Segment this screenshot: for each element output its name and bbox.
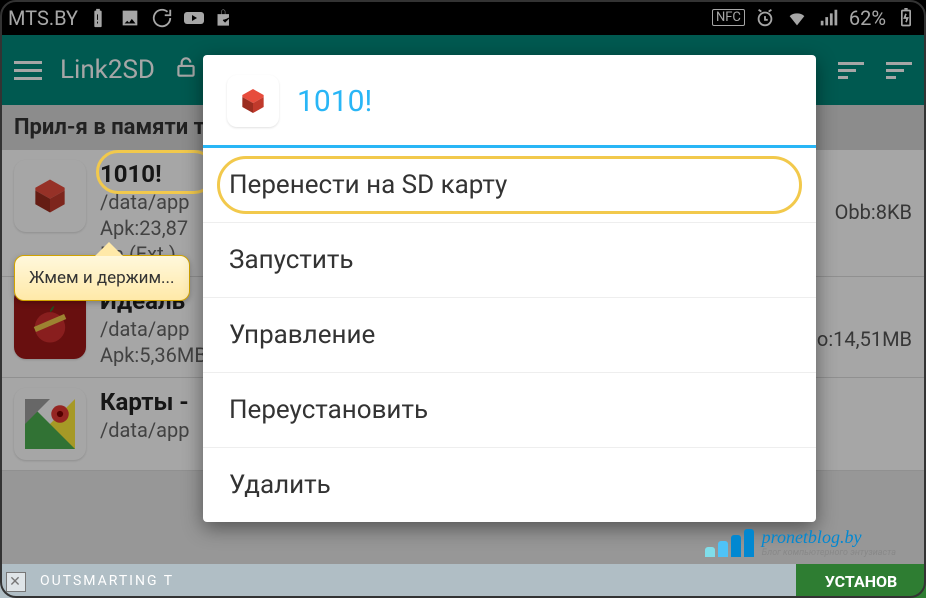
dialog-title: 1010! — [297, 84, 372, 119]
dialog-header: 1010! — [203, 55, 816, 148]
annotation-callout: Жмем и держим... — [14, 255, 190, 301]
menu-item-launch[interactable]: Запустить — [203, 223, 816, 298]
ad-install-button[interactable]: УСТАНОВ — [796, 564, 926, 598]
watermark-tagline: Блог компьютерного энтузиаста — [762, 548, 896, 558]
menu-item-manage[interactable]: Управление — [203, 298, 816, 373]
menu-item-reinstall[interactable]: Переустановить — [203, 373, 816, 448]
menu-item-move-to-sd[interactable]: Перенести на SD карту — [203, 148, 816, 223]
menu-item-uninstall[interactable]: Удалить — [203, 448, 816, 522]
ad-close-button[interactable]: ✕ — [6, 572, 26, 592]
watermark-site: pronetblog.by — [762, 527, 896, 548]
ad-left-label: OUTSMARTING T — [40, 573, 174, 589]
ad-text[interactable]: ✕ OUTSMARTING T — [0, 564, 796, 598]
dialog-app-icon — [227, 75, 279, 127]
watermark-logo-icon — [705, 529, 754, 557]
context-menu-dialog: 1010! Перенести на SD карту Запустить Уп… — [203, 55, 816, 522]
ad-banner: ✕ OUTSMARTING T УСТАНОВ — [0, 564, 926, 598]
watermark: pronetblog.by Блог компьютерного энтузиа… — [705, 527, 896, 558]
annotation-highlight — [96, 150, 216, 194]
